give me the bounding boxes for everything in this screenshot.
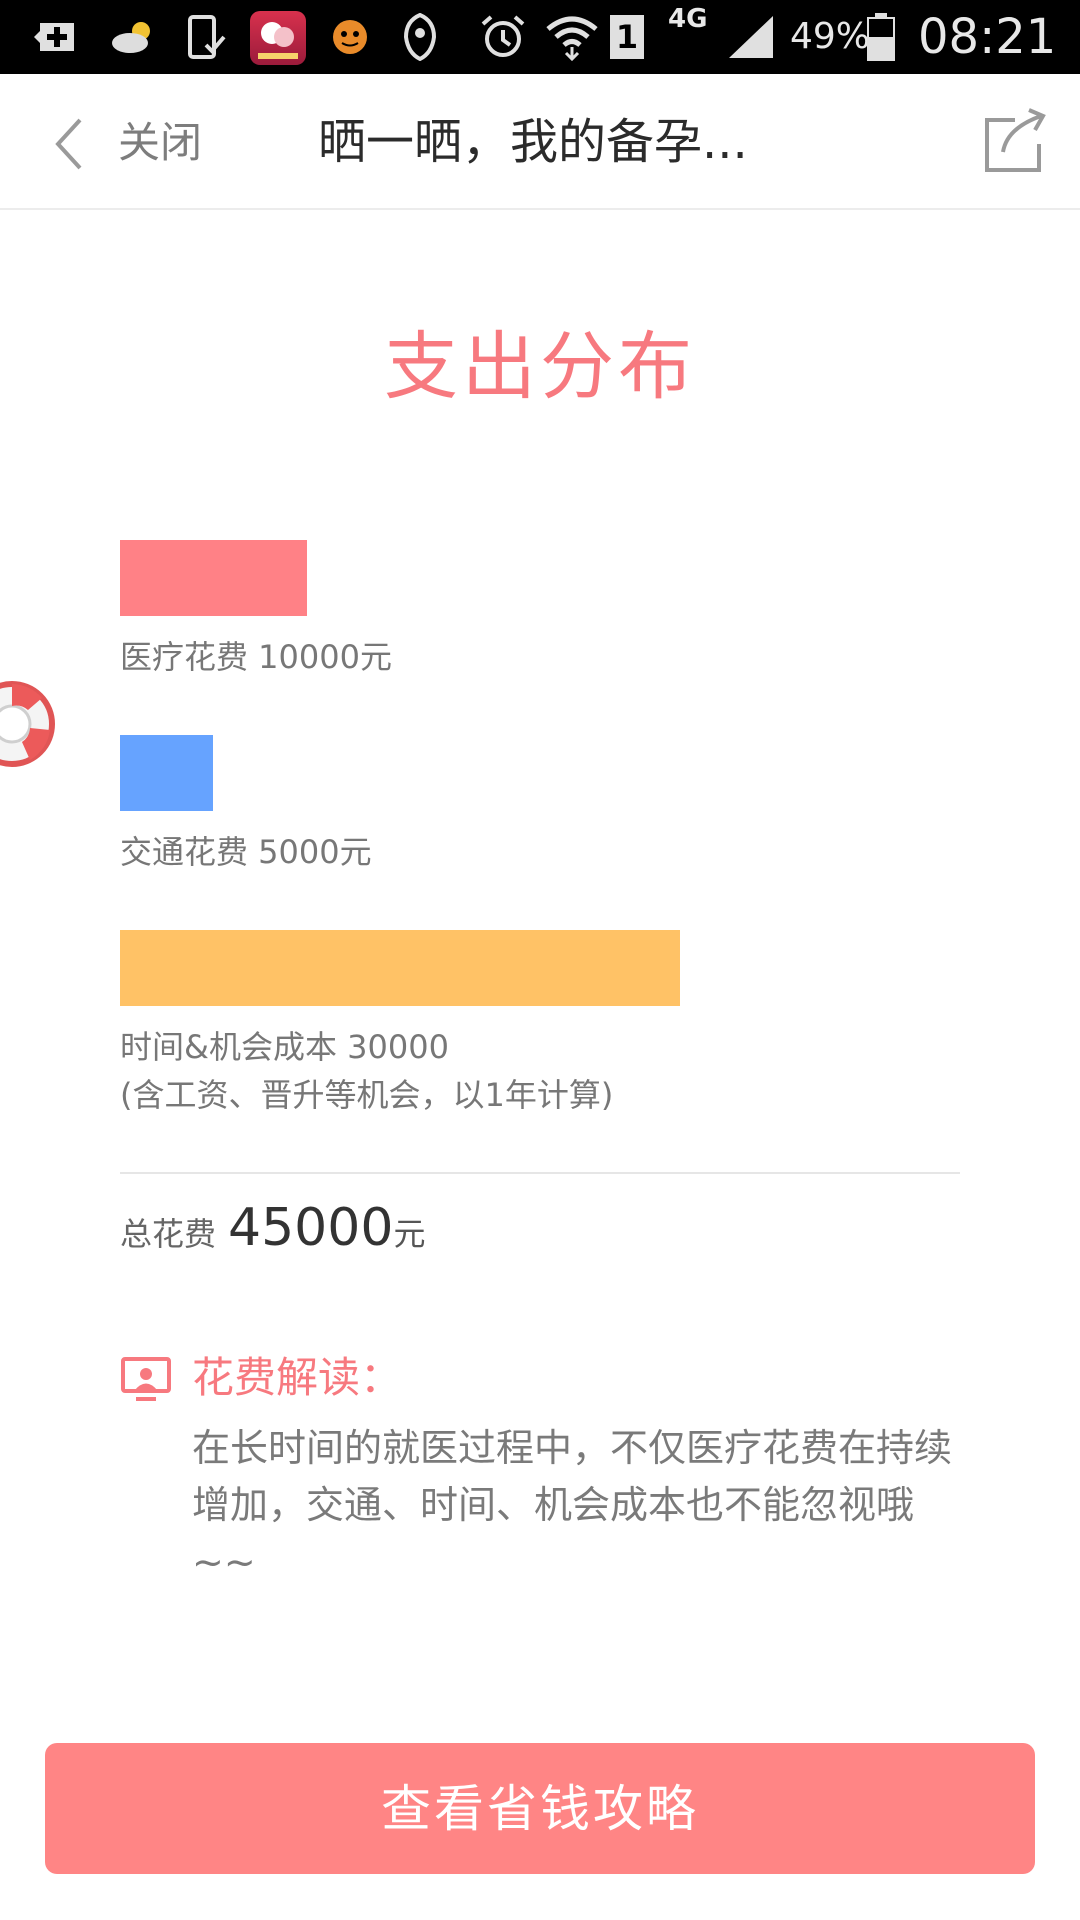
bar-label-2: 交通花费 5000元 — [120, 833, 372, 871]
monitor-user-icon — [121, 1357, 171, 1401]
total-label: 总花费 — [120, 1215, 217, 1253]
phone-check-icon — [182, 13, 230, 61]
status-bar: 1 4G 49% 08:21 — [0, 0, 1080, 74]
cloud-sun-icon — [108, 13, 158, 61]
network-type: 4G — [668, 4, 708, 34]
sim-number: 1 — [610, 15, 644, 59]
bar-label-3: 时间&机会成本 30000 — [120, 1028, 449, 1066]
sim-icon: 1 — [606, 13, 648, 61]
face-icon — [328, 13, 372, 61]
add-box-icon — [32, 13, 82, 61]
nav-bar: 关闭 晒一晒，我的备孕... — [0, 74, 1080, 210]
bar-3 — [120, 930, 680, 1006]
bar-1 — [120, 540, 307, 616]
total-row: 总花费 45000 元 — [120, 1198, 425, 1278]
battery-icon — [865, 13, 897, 61]
bar-label-1: 医疗花费 10000元 — [120, 638, 392, 676]
total-unit: 元 — [393, 1215, 426, 1253]
shield-icon — [398, 13, 442, 61]
lifebuoy-icon[interactable] — [0, 672, 62, 776]
section-title: 支出分布 — [384, 324, 696, 410]
battery-percent: 49% — [790, 16, 871, 57]
divider — [120, 1172, 960, 1174]
total-value: 45000 — [228, 1198, 394, 1258]
bar-note: (含工资、晋升等机会，以1年计算) — [120, 1076, 614, 1114]
interpretation-text: 在长时间的就医过程中，不仅医疗花费在持续增加，交通、时间、机会成本也不能忽视哦~… — [192, 1426, 953, 1584]
page-title: 晒一晒，我的备孕... — [318, 114, 748, 170]
alarm-icon — [478, 13, 528, 61]
savings-guide-button[interactable]: 查看省钱攻略 — [45, 1743, 1035, 1874]
wifi-icon — [546, 13, 598, 61]
close-button[interactable]: 关闭 — [118, 116, 202, 170]
signal-icon — [726, 13, 776, 61]
interpretation-title: 花费解读： — [192, 1353, 403, 1402]
app-icon — [250, 11, 306, 65]
clock: 08:21 — [918, 9, 1057, 65]
chevron-left-icon[interactable] — [48, 114, 88, 174]
bar-2 — [120, 735, 213, 811]
share-icon[interactable] — [983, 106, 1047, 174]
